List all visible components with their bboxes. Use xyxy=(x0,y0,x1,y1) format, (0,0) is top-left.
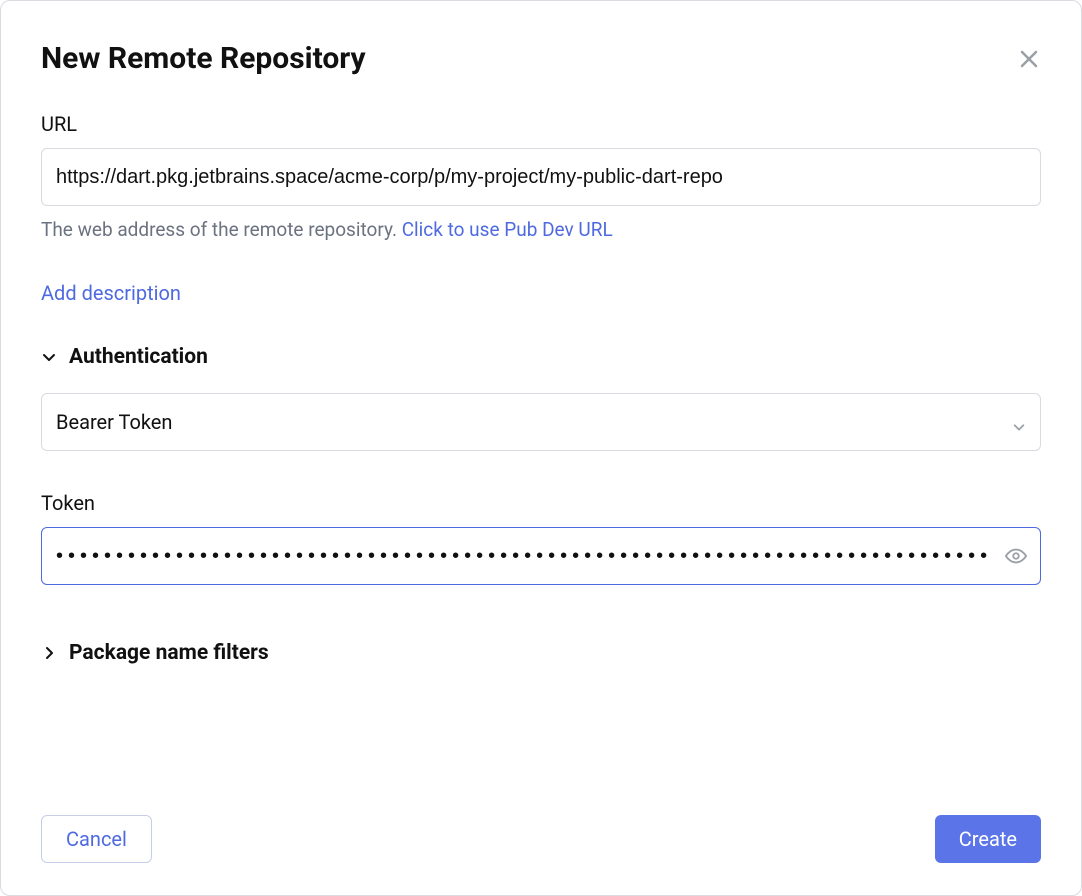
token-label: Token xyxy=(41,491,1041,515)
chevron-down-icon xyxy=(41,349,57,365)
create-button[interactable]: Create xyxy=(935,815,1041,863)
use-pub-dev-url-link[interactable]: Click to use Pub Dev URL xyxy=(402,218,613,241)
add-description-link[interactable]: Add description xyxy=(41,281,1041,305)
chevron-right-icon xyxy=(41,645,57,661)
auth-type-select[interactable]: Bearer Token xyxy=(41,393,1041,451)
auth-type-selected: Bearer Token xyxy=(56,410,172,434)
authentication-label: Authentication xyxy=(69,345,208,369)
eye-icon[interactable] xyxy=(1005,545,1027,567)
package-filters-section-header[interactable]: Package name filters xyxy=(41,641,1041,665)
close-icon[interactable] xyxy=(1017,47,1041,71)
token-input[interactable] xyxy=(41,527,1041,585)
token-field-wrap xyxy=(41,527,1041,585)
url-input[interactable] xyxy=(41,148,1041,206)
url-label: URL xyxy=(41,112,1041,136)
new-remote-repository-dialog: New Remote Repository URL The web addres… xyxy=(0,0,1082,896)
package-filters-label: Package name filters xyxy=(69,641,269,665)
dialog-footer: Cancel Create xyxy=(41,815,1041,863)
url-helper-text: The web address of the remote repository… xyxy=(41,218,1041,241)
authentication-section-header[interactable]: Authentication xyxy=(41,345,1041,369)
url-helper-prefix: The web address of the remote repository… xyxy=(41,218,402,241)
dialog-title: New Remote Repository xyxy=(41,41,366,76)
chevron-down-icon xyxy=(1012,415,1026,429)
dialog-header: New Remote Repository xyxy=(41,41,1041,76)
cancel-button[interactable]: Cancel xyxy=(41,815,152,863)
